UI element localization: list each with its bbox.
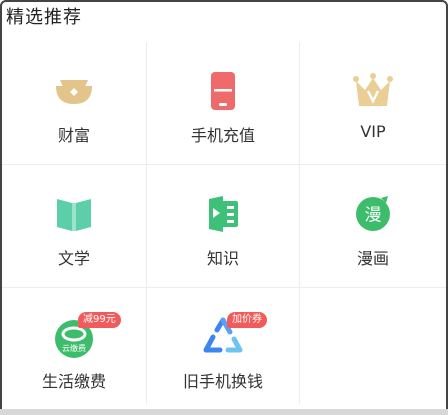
grid-item-label: 手机充值 bbox=[190, 126, 255, 145]
grid-item-wealth[interactable]: 财富 bbox=[2, 42, 147, 165]
grid-item-label: 知识 bbox=[206, 249, 239, 268]
grid-item-label: VIP bbox=[360, 122, 386, 141]
grid-item-label: 生活缴费 bbox=[41, 372, 106, 391]
service-grid: 财富 手机充值 VIP 文学 知识 漫 漫画 云缴费 减99元 生活缴费 加价券… bbox=[2, 42, 446, 404]
grid-item-utility-payment[interactable]: 云缴费 减99元 生活缴费 bbox=[2, 288, 147, 404]
mobile-phone-icon bbox=[211, 72, 235, 110]
crown-icon bbox=[353, 73, 393, 106]
grid-item-old-phone-trade-in[interactable]: 加价券 旧手机换钱 bbox=[147, 288, 300, 404]
grid-item-phone-recharge[interactable]: 手机充值 bbox=[147, 42, 300, 165]
grid-item-vip[interactable]: VIP bbox=[300, 42, 446, 165]
bottom-edge bbox=[0, 409, 448, 415]
grid-item-label: 文学 bbox=[57, 249, 90, 268]
section-title: 精选推荐 bbox=[6, 7, 82, 28]
grid-item-literature[interactable]: 文学 bbox=[2, 165, 147, 288]
knowledge-play-icon bbox=[209, 196, 238, 232]
comic-icon: 漫 bbox=[356, 196, 390, 231]
grid-item-label: 漫画 bbox=[356, 249, 389, 268]
grid-item-label: 财富 bbox=[57, 126, 90, 145]
grid-item-comic[interactable]: 漫 漫画 bbox=[300, 165, 446, 288]
discount-badge: 减99元 bbox=[78, 312, 121, 328]
open-book-icon bbox=[57, 199, 91, 231]
grid-item-label: 旧手机换钱 bbox=[182, 372, 263, 391]
cloud-payment-icon-text: 云缴费 bbox=[62, 343, 86, 353]
gold-ingot-icon bbox=[56, 80, 92, 104]
coupon-badge: 加价券 bbox=[227, 312, 267, 328]
grid-item-knowledge[interactable]: 知识 bbox=[147, 165, 300, 288]
comic-icon-text: 漫 bbox=[365, 206, 382, 226]
recommend-panel: 精选推荐 财富 手机充值 VIP 文学 知识 漫 漫画 云缴费 减99元 生活缴… bbox=[0, 0, 448, 415]
grid-item-empty bbox=[300, 288, 446, 404]
